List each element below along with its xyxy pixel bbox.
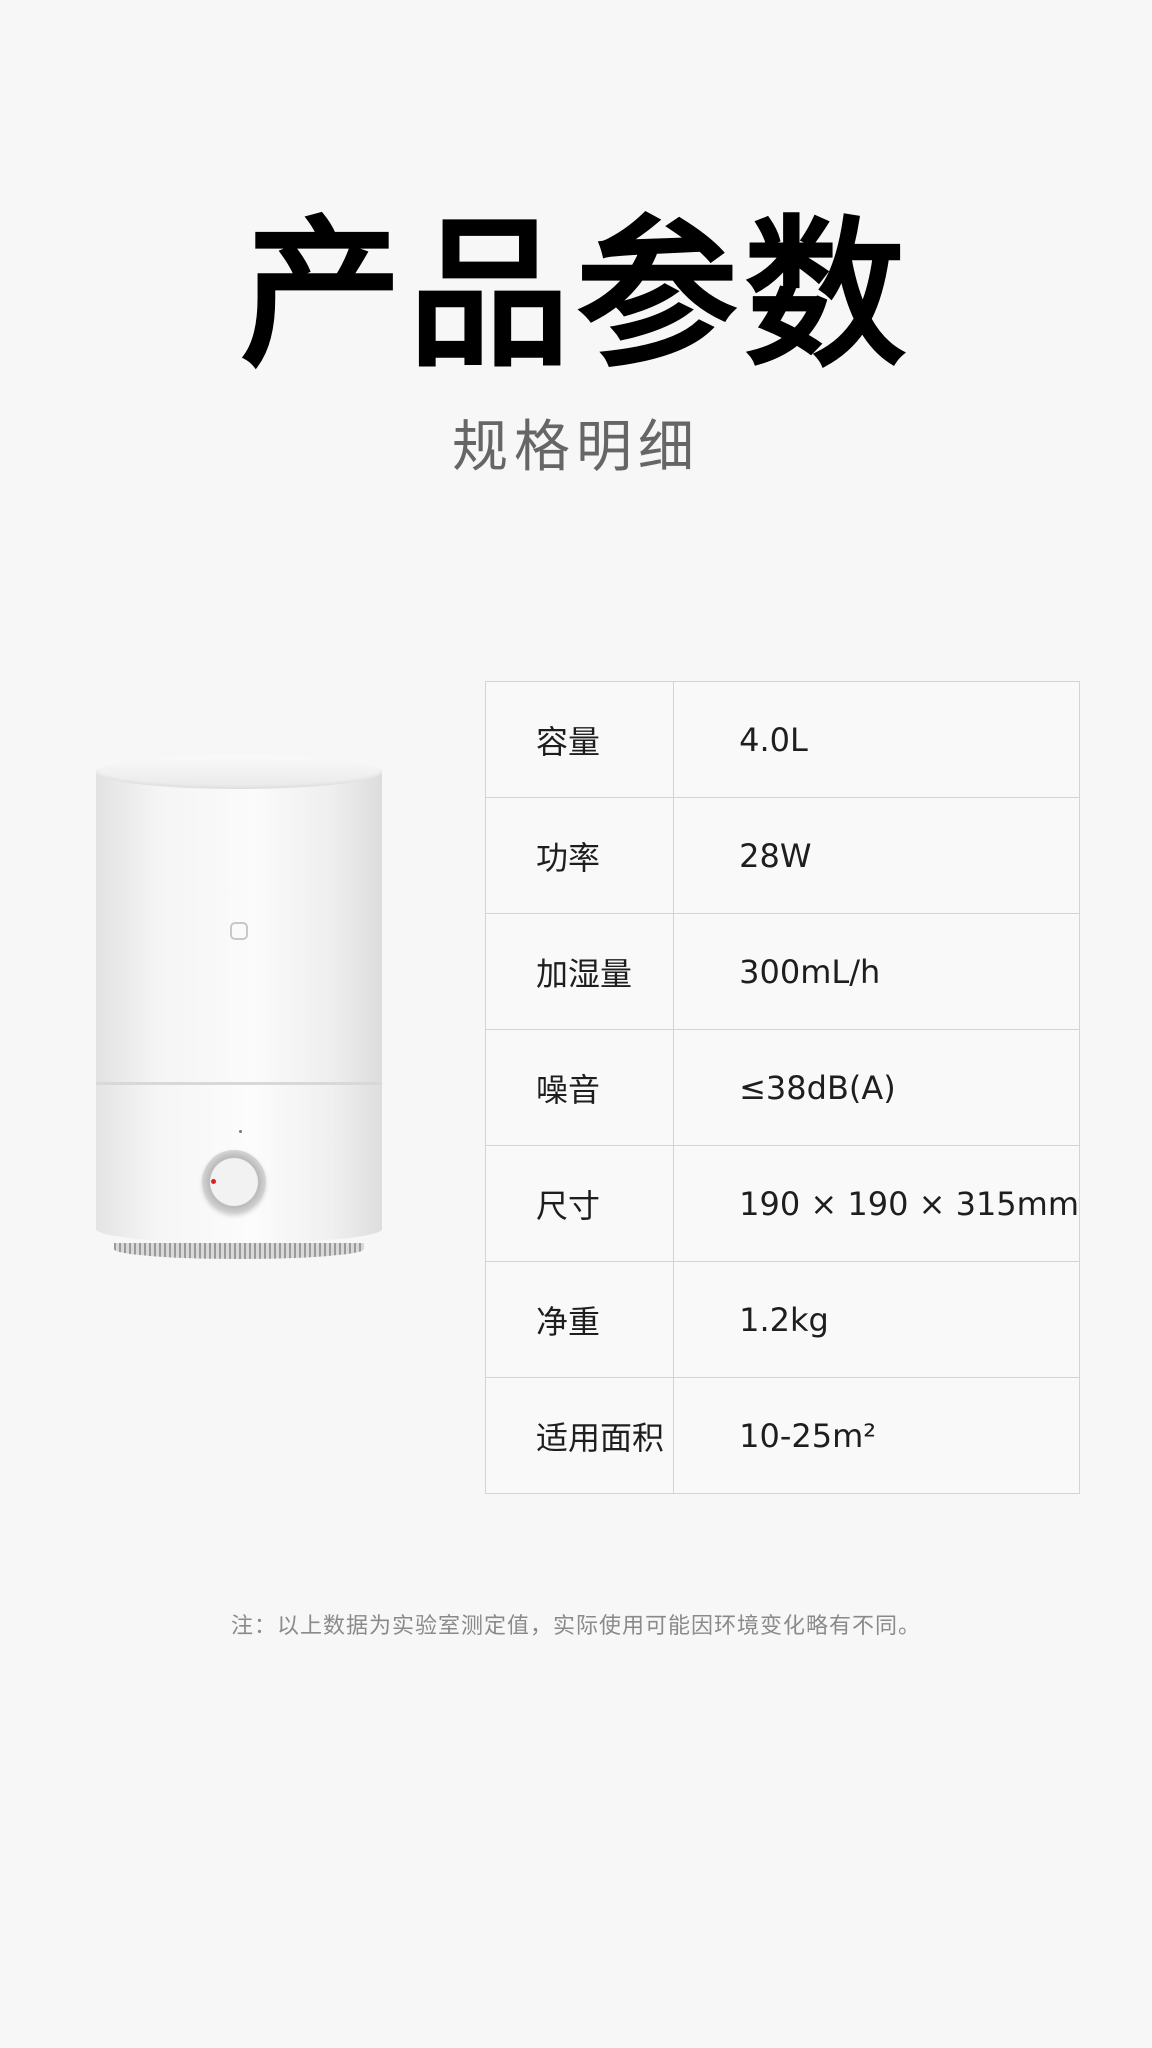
spec-table: 容量 4.0L 功率 28W 加湿量 300mL/h 噪音 ≤38dB(A) 尺… bbox=[484, 681, 1080, 1494]
page-subtitle: 规格明细 bbox=[452, 415, 700, 480]
brand-logo-icon bbox=[230, 922, 248, 940]
page-title: 产品参数 bbox=[240, 202, 912, 390]
table-row: 尺寸 190 × 190 × 315mm bbox=[484, 1145, 1080, 1262]
spec-value: 4.0L bbox=[673, 681, 1080, 798]
spec-value: 10-25m² bbox=[673, 1377, 1080, 1494]
spec-value: 190 × 190 × 315mm bbox=[673, 1145, 1080, 1262]
spec-label: 净重 bbox=[484, 1261, 675, 1378]
spec-label: 噪音 bbox=[484, 1029, 675, 1146]
spec-value: 300mL/h bbox=[673, 913, 1080, 1030]
spec-label: 尺寸 bbox=[484, 1145, 675, 1262]
spec-label: 容量 bbox=[484, 681, 675, 798]
air-intake-grill bbox=[114, 1243, 364, 1259]
spec-value: 28W bbox=[673, 797, 1080, 914]
footnote: 注：以上数据为实验室测定值，实际使用可能因环境变化略有不同。 bbox=[230, 1614, 921, 1639]
table-row: 噪音 ≤38dB(A) bbox=[484, 1029, 1080, 1146]
table-row: 功率 28W bbox=[484, 797, 1080, 914]
spec-value: 1.2kg bbox=[673, 1261, 1080, 1378]
table-row: 净重 1.2kg bbox=[484, 1261, 1080, 1378]
power-led-icon bbox=[211, 1179, 216, 1184]
table-row: 容量 4.0L bbox=[484, 681, 1080, 798]
humidifier-top-cap bbox=[96, 755, 382, 789]
humidifier-product-image bbox=[96, 755, 382, 1275]
spec-value: ≤38dB(A) bbox=[673, 1029, 1080, 1146]
table-row: 加湿量 300mL/h bbox=[484, 913, 1080, 1030]
spec-label: 功率 bbox=[484, 797, 675, 914]
spec-label: 加湿量 bbox=[484, 913, 675, 1030]
table-row: 适用面积 10-25m² bbox=[484, 1377, 1080, 1494]
indicator-dot-icon bbox=[239, 1130, 242, 1133]
spec-label: 适用面积 bbox=[484, 1377, 675, 1494]
